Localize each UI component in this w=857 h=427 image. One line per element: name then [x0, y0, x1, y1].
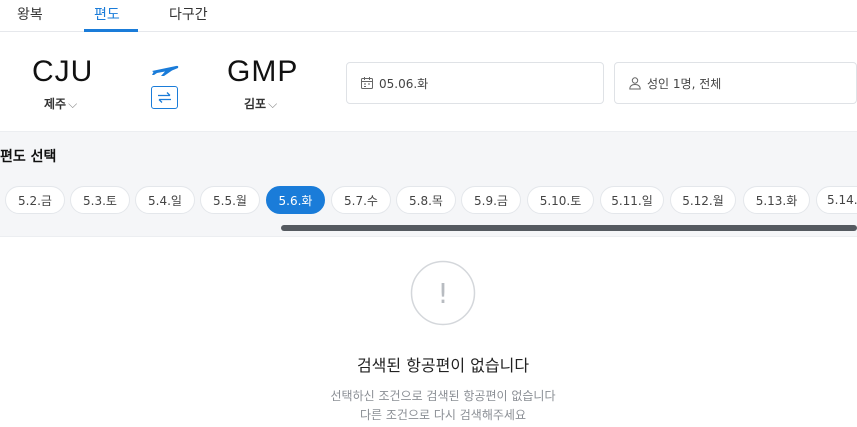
- passenger-cabin-field[interactable]: 성인 1명, 전체: [614, 62, 857, 104]
- date-chip[interactable]: 5.5.월: [200, 186, 260, 214]
- origin-airport[interactable]: CJU 제주 ⌵: [32, 55, 94, 111]
- chevron-down-icon: ⌵: [268, 97, 278, 111]
- person-icon: [629, 77, 641, 90]
- trip-type-tabs: 왕복 편도 다구간: [0, 0, 857, 32]
- calendar-icon: [361, 77, 373, 89]
- date-chip[interactable]: 5.12.월: [670, 186, 736, 214]
- empty-state-hint: 다른 조건으로 다시 검색해주세요: [359, 408, 526, 422]
- tab-one-way[interactable]: 편도: [94, 4, 120, 24]
- date-chip[interactable]: 5.7.수: [331, 186, 391, 214]
- empty-state-message: 선택하신 조건으로 검색된 항공편이 없습니다: [330, 389, 556, 403]
- date-strip-scrollbar[interactable]: [281, 225, 857, 231]
- origin-code: CJU: [32, 55, 94, 88]
- tab-round-trip[interactable]: 왕복: [17, 4, 43, 24]
- date-chip-selected[interactable]: 5.6.화: [266, 186, 325, 214]
- date-selection-panel: [0, 131, 857, 237]
- origin-name: 제주: [44, 97, 67, 111]
- destination-airport[interactable]: GMP 김포 ⌵: [227, 55, 299, 111]
- section-title: 편도 선택: [0, 149, 57, 165]
- date-chip[interactable]: 5.3.토: [70, 186, 130, 214]
- chevron-down-icon: ⌵: [68, 97, 78, 111]
- alert-circle-icon: !: [410, 260, 476, 326]
- airplane-icon: [152, 65, 179, 76]
- departure-date-field[interactable]: 05.06.화: [346, 62, 604, 104]
- destination-code: GMP: [227, 55, 299, 88]
- date-chip[interactable]: 5.11.일: [600, 186, 664, 214]
- departure-date-value: 05.06.화: [379, 76, 429, 91]
- date-chip[interactable]: 5.2.금: [5, 186, 65, 214]
- passenger-cabin-value: 성인 1명, 전체: [647, 76, 722, 91]
- date-chip-strip: 5.2.금 5.3.토 5.4.일 5.5.월 5.6.화 5.7.수 5.8.…: [0, 186, 857, 214]
- date-chip[interactable]: 5.8.목: [396, 186, 456, 214]
- date-chip[interactable]: 5.13.화: [743, 186, 810, 214]
- empty-state-title: 검색된 항공편이 없습니다: [356, 356, 530, 375]
- date-chip[interactable]: 5.10.토: [527, 186, 594, 214]
- swap-icon: [158, 92, 171, 103]
- destination-name: 김포: [244, 97, 267, 111]
- swap-airports-button[interactable]: [151, 86, 178, 109]
- alert-glyph: !: [437, 277, 448, 310]
- date-chip[interactable]: 5.9.금: [461, 186, 521, 214]
- destination-name-dropdown[interactable]: 김포 ⌵: [244, 95, 277, 112]
- active-tab-indicator: [84, 29, 138, 32]
- tab-multi-city[interactable]: 다구간: [169, 4, 208, 24]
- origin-name-dropdown[interactable]: 제주 ⌵: [44, 95, 77, 112]
- date-chip[interactable]: 5.4.일: [135, 186, 195, 214]
- date-chip[interactable]: 5.14.: [816, 186, 857, 214]
